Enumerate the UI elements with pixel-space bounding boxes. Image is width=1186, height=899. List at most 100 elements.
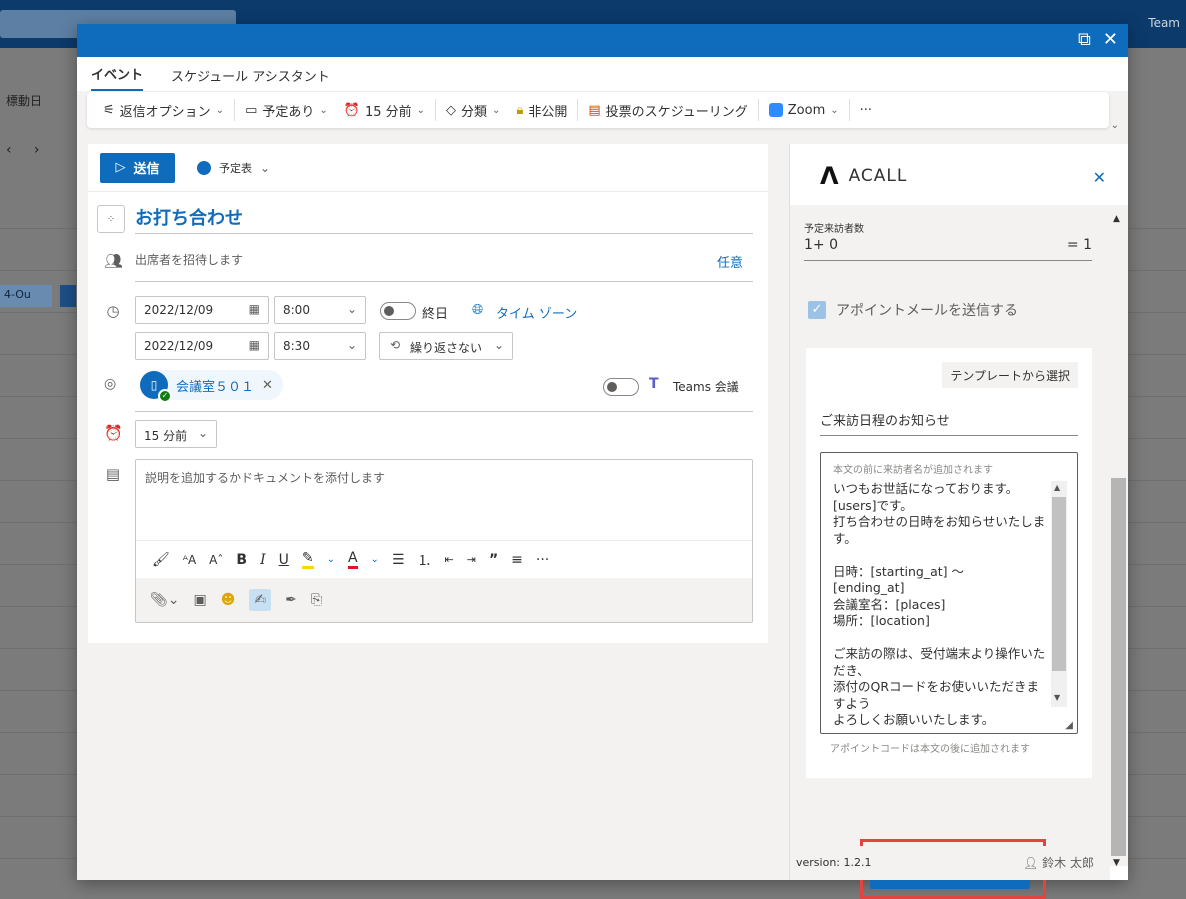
numbering-icon[interactable]: ⒈	[418, 550, 432, 570]
outdent-icon[interactable]: ⇤	[445, 553, 454, 566]
reminder-dropdown[interactable]: 15 分前 ⌄	[135, 420, 217, 448]
code-note: アポイントコードは本文の後に追加されます	[830, 744, 1030, 755]
title-input[interactable]: お打ち合わせ	[135, 200, 753, 234]
checkmark-icon: ✓	[158, 389, 172, 403]
teams-meeting-label: Teams 会議	[673, 380, 739, 394]
emoji-icon[interactable]: ☻	[221, 592, 236, 608]
add-people-icon: 👥︎	[104, 252, 124, 270]
calendar-event: 4-Ou	[0, 285, 52, 307]
calendar-selector[interactable]: 予定表 ⌄	[197, 160, 270, 176]
chevron-down-icon: ⌄	[492, 104, 501, 116]
calendar-color-dot	[197, 160, 211, 175]
resize-handle-icon[interactable]: ◢	[1065, 720, 1073, 731]
visitor-total: = 1	[1066, 237, 1092, 253]
scroll-up-icon[interactable]: ▲	[1113, 214, 1120, 224]
font-size-icon[interactable]: ᴬA	[183, 553, 196, 567]
ribbon-toolbar: ⚟ 返信オプション ⌄ ▭ 予定あり ⌄ ⏰ 15 分前 ⌄ ◇ 分類 ⌄ 🔒︎…	[87, 92, 1119, 131]
more-options-button[interactable]: ···	[852, 97, 880, 123]
reply-options-button[interactable]: ⚟ 返信オプション ⌄	[95, 97, 232, 123]
bullets-icon[interactable]: ☰	[392, 552, 405, 568]
mail-body-scrollbar[interactable]: ▲ ▼	[1051, 481, 1067, 707]
visitor-count: 予定来訪者数 1+ 0 = 1	[804, 220, 1092, 261]
italic-icon[interactable]: I	[260, 552, 266, 568]
zoom-button[interactable]: Zoom ⌄	[761, 97, 847, 123]
mail-subject-input[interactable]: ご来訪日程のお知らせ	[820, 406, 1078, 436]
template-select-button[interactable]: テンプレートから選択	[942, 362, 1078, 388]
align-icon[interactable]: ≡	[511, 552, 523, 568]
chevron-down-icon[interactable]: ⌄	[371, 554, 379, 565]
image-icon[interactable]: ▣	[194, 592, 207, 608]
more-format-icon[interactable]: ···	[536, 552, 549, 568]
format-painter-icon[interactable]: 🖌︎	[152, 552, 170, 568]
title-options-icon[interactable]: ⁘	[97, 205, 125, 233]
room-chip[interactable]: ▯ ✓ 会議室５０１ ✕	[140, 370, 283, 403]
underline-icon[interactable]: U	[279, 552, 289, 568]
tab-event[interactable]: イベント	[91, 64, 144, 91]
room-name: 会議室５０１	[176, 379, 255, 395]
loop-icon[interactable]: ⎘	[311, 592, 322, 608]
all-day-toggle[interactable]	[380, 302, 416, 320]
start-date-picker[interactable]: 2022/12/09 ▦	[135, 296, 269, 324]
acall-scrollbar[interactable]: ▲ ▼	[1109, 206, 1128, 868]
scrollbar-thumb[interactable]	[1052, 497, 1066, 671]
attach-icon[interactable]: 📎︎⌄	[150, 592, 180, 608]
mail-body-textarea[interactable]: 本文の前に来訪者名が追加されます いつもお世話になっております。 [users]…	[820, 452, 1078, 734]
signature-icon[interactable]: ✒︎	[285, 592, 297, 608]
workday-label: 標動日	[6, 94, 43, 108]
font-color-icon[interactable]: A	[347, 550, 358, 569]
reminder-value: 15 分前	[144, 429, 188, 443]
private-button[interactable]: 🔒︎ 非公開	[508, 97, 575, 123]
editor-icon[interactable]: ✍︎	[249, 589, 272, 611]
user-name: 鈴木 太郎	[1042, 856, 1094, 870]
acall-brand: ACALL	[848, 166, 908, 186]
quote-icon[interactable]: ”	[489, 552, 498, 568]
end-time-picker[interactable]: 8:30 ⌄	[274, 332, 366, 360]
send-icon: ▷	[115, 160, 126, 175]
teams-meeting-toggle[interactable]	[603, 378, 639, 396]
optional-attendees-link[interactable]: 任意	[717, 252, 743, 271]
busy-status-label: 予定あり	[262, 104, 315, 120]
teams-icon: T	[649, 376, 659, 392]
acall-logo-mark: Λ	[820, 162, 839, 190]
send-mail-option: ✓ アポイントメールを送信する	[808, 300, 1018, 320]
highlight-icon[interactable]: ✎	[301, 550, 314, 569]
busy-status-button[interactable]: ▭ 予定あり ⌄	[237, 97, 336, 123]
scroll-down-icon[interactable]: ▼	[1054, 693, 1060, 702]
acall-addin-panel: Λ ACALL ✕ 予定来訪者数 1+ 0 = 1 ✓ アポイントメールを送信す…	[789, 144, 1128, 899]
scroll-up-icon[interactable]: ▲	[1054, 483, 1060, 492]
toolbar-divider	[757, 99, 759, 121]
popout-icon[interactable]: ⧉	[1078, 30, 1091, 50]
close-icon[interactable]: ✕	[1103, 30, 1118, 50]
indent-icon[interactable]: ⇥	[467, 553, 476, 566]
status-icon: ▭	[245, 102, 258, 118]
close-icon[interactable]: ✕	[1093, 168, 1106, 187]
send-button[interactable]: ▷ 送信	[100, 152, 175, 183]
category-button[interactable]: ◇ 分類 ⌄	[438, 97, 508, 123]
send-mail-label: アポイントメールを送信する	[836, 303, 1018, 319]
alarm-icon: ⏰	[343, 102, 360, 118]
remove-room-icon[interactable]: ✕	[262, 378, 273, 393]
scroll-down-icon[interactable]: ▼	[1113, 858, 1120, 868]
chevron-down-icon[interactable]: ⌄	[327, 554, 335, 565]
start-time-picker[interactable]: 8:00 ⌄	[274, 296, 366, 324]
scrollbar-thumb[interactable]	[1111, 478, 1126, 856]
chevron-down-icon: ⌄	[830, 104, 839, 116]
chevron-down-icon: ⌄	[346, 302, 357, 316]
end-date-picker[interactable]: 2022/12/09 ▦	[135, 332, 269, 360]
timezone-link[interactable]: タイム ゾーン	[496, 303, 577, 322]
reminder-button[interactable]: ⏰ 15 分前 ⌄	[336, 97, 433, 123]
visitor-count-value[interactable]: 1+ 0 = 1	[804, 237, 1092, 261]
bold-icon[interactable]: B	[236, 552, 247, 568]
poll-scheduling-button[interactable]: ▤ 投票のスケジューリング	[580, 97, 755, 123]
grow-font-icon[interactable]: Aˆ	[209, 553, 223, 567]
attendee-input[interactable]: 出席者を招待します 任意	[135, 242, 753, 282]
repeat-dropdown[interactable]: ⟲ 繰り返さない ⌄	[379, 332, 513, 360]
room-avatar: ▯ ✓	[140, 371, 172, 403]
location-pin-icon: ◎	[104, 376, 117, 392]
expand-ribbon-icon[interactable]: ⌄	[1111, 120, 1119, 131]
tab-scheduling-assistant[interactable]: スケジュール アシスタント	[171, 66, 330, 91]
event-dialog: ⧉ ✕ イベント スケジュール アシスタント ⚟ 返信オプション ⌄ ▭ 予定あ…	[77, 24, 1128, 899]
toolbar-divider	[577, 99, 579, 121]
body-editor[interactable]: 説明を追加するかドキュメントを添付します 🖌︎ ᴬA Aˆ B I U ✎ ⌄ …	[135, 459, 753, 623]
send-mail-checkbox[interactable]: ✓	[808, 301, 826, 319]
